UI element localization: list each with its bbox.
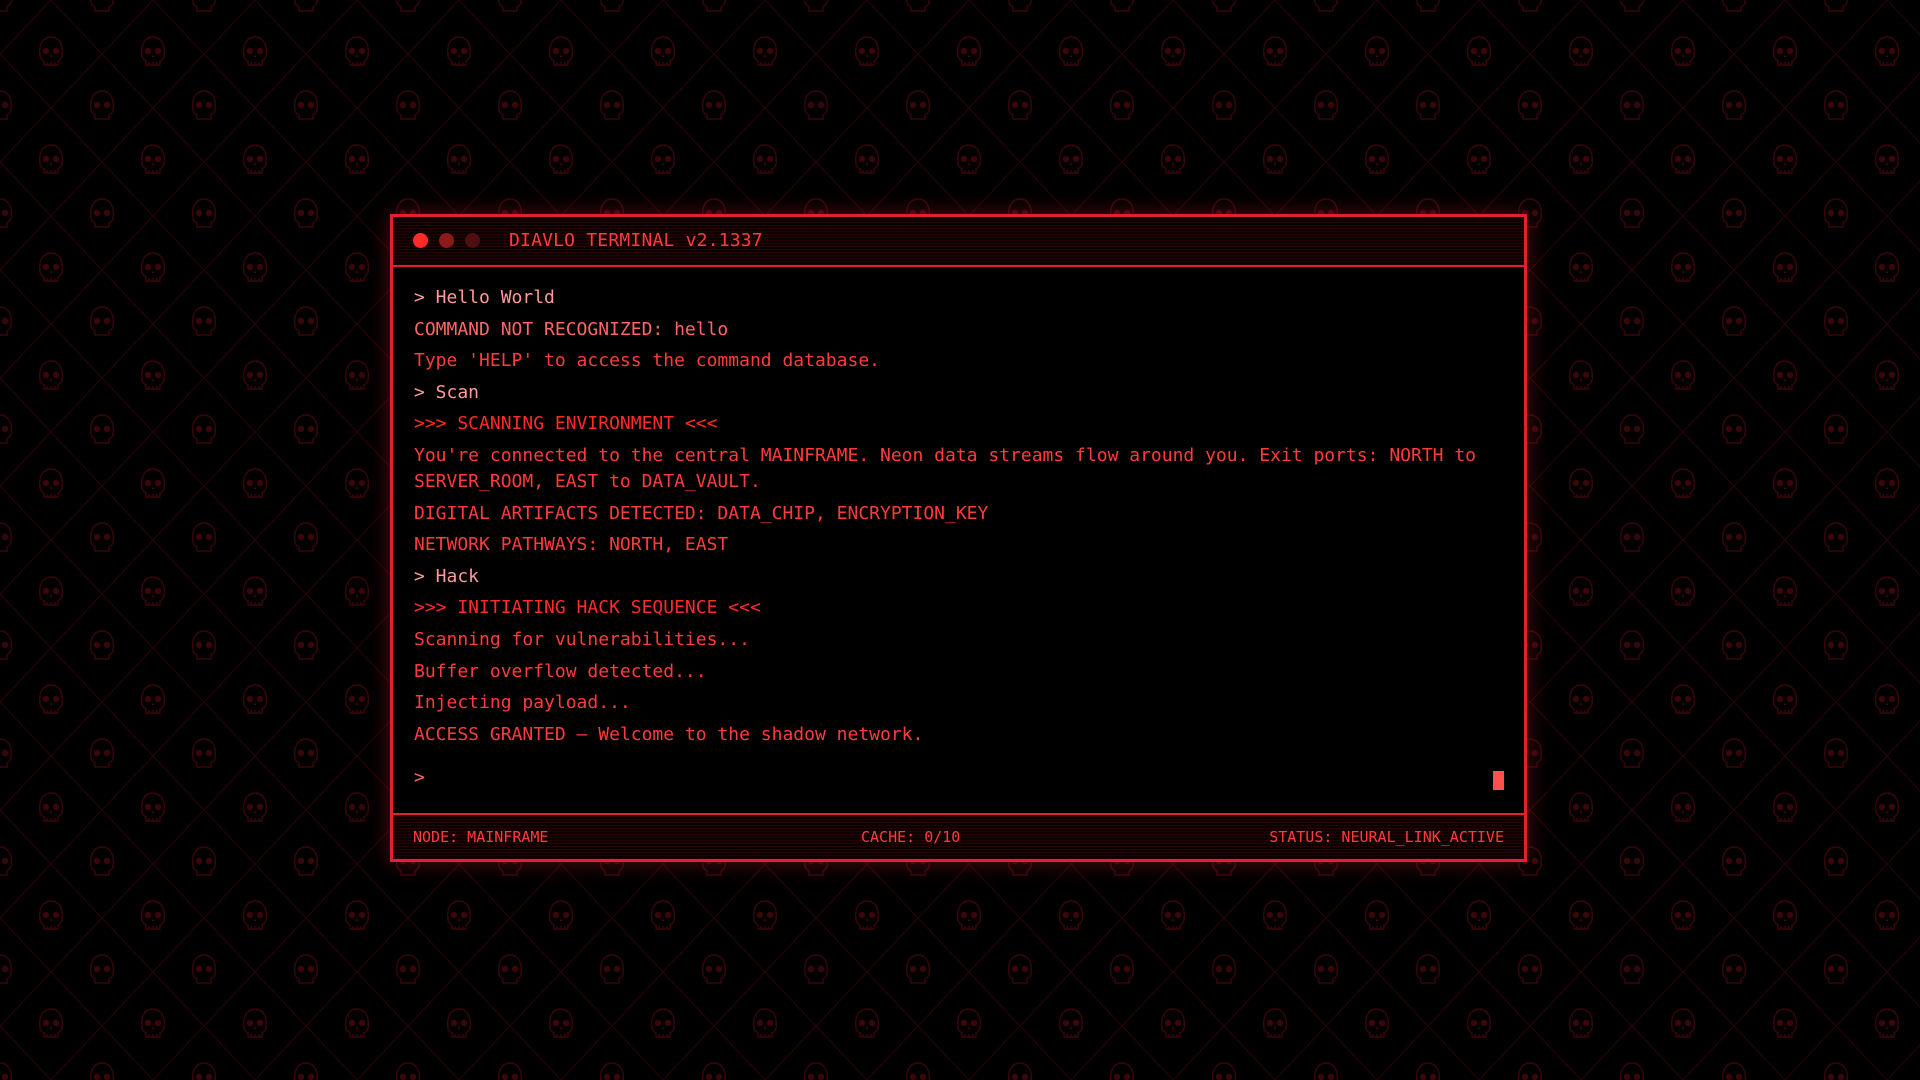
terminal-line: ACCESS GRANTED – Welcome to the shadow n… [414, 723, 924, 745]
status-cache: CACHE: 0/10 [861, 828, 961, 846]
minimize-dot-icon[interactable] [439, 233, 454, 248]
terminal-line: Scanning for vulnerabilities... [414, 628, 750, 650]
terminal-titlebar: DIAVLO TERMINAL v2.1337 [393, 217, 1524, 267]
terminal-output: > Hello World COMMAND NOT RECOGNIZED: hel… [414, 285, 1504, 753]
status-bar: NODE: MAINFRAME CACHE: 0/10 STATUS: NEUR… [393, 813, 1524, 859]
text-cursor-icon [1493, 771, 1504, 790]
terminal-title: DIAVLO TERMINAL v2.1337 [509, 230, 763, 251]
terminal-line: You're connected to the central MAINFRAM… [414, 444, 1487, 492]
status-node: NODE: MAINFRAME [413, 828, 549, 846]
command-input-row[interactable]: > [414, 765, 1504, 791]
terminal-line: > Scan [414, 381, 480, 403]
terminal-line: >>> INITIATING HACK SEQUENCE <<< [414, 597, 761, 619]
terminal-window: DIAVLO TERMINAL v2.1337 > Hello World COM… [390, 214, 1527, 862]
terminal-line: >>> SCANNING ENVIRONMENT <<< [414, 413, 718, 435]
terminal-line: > Hello World [414, 287, 555, 308]
terminal-line: > Hack [414, 565, 480, 587]
terminal-line: NETWORK PATHWAYS: NORTH, EAST [414, 534, 729, 556]
terminal-line: Injecting payload... [414, 692, 631, 714]
prompt-symbol: > [414, 767, 425, 788]
terminal-line: Type 'HELP' to access the command databa… [414, 350, 880, 372]
terminal-line: Buffer overflow detected... [414, 660, 707, 682]
status-link: STATUS: NEURAL_LINK_ACTIVE [1269, 828, 1504, 846]
maximize-dot-icon[interactable] [465, 233, 480, 248]
terminal-line: DIGITAL ARTIFACTS DETECTED: DATA_CHIP, E… [414, 502, 989, 524]
close-dot-icon[interactable] [413, 233, 428, 248]
terminal-line: COMMAND NOT RECOGNIZED: hello [414, 318, 729, 340]
